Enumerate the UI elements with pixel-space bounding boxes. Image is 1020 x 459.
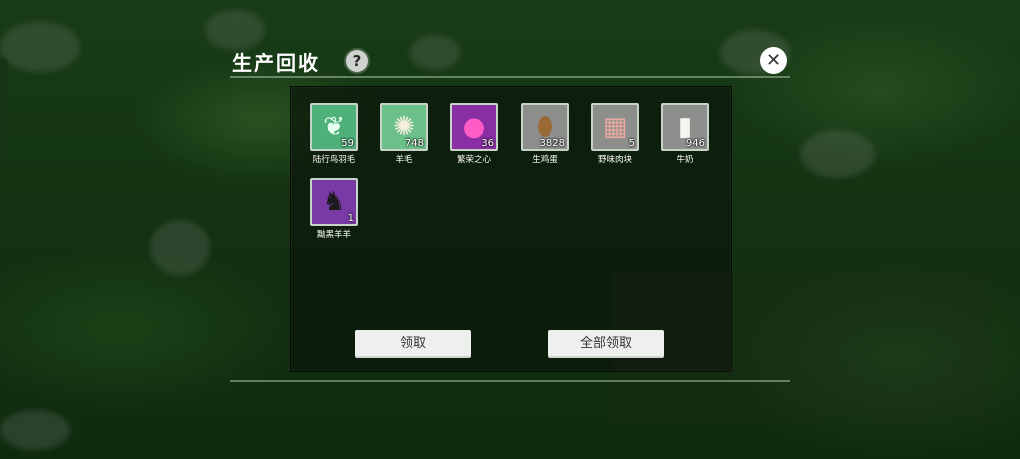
panel-background-art — [611, 272, 991, 422]
item-icon-frame: ✺ 748 — [380, 103, 428, 151]
item-icon-frame: ▦ 5 — [591, 103, 639, 151]
item-slot[interactable]: ● 36 繁荣之心 — [450, 103, 498, 165]
item-name: 生鸡蛋 — [532, 155, 558, 165]
item-name: 陆行鸟羽毛 — [312, 155, 356, 165]
claim-button[interactable]: 领取 — [355, 330, 471, 358]
item-icon-frame: ❦ 59 — [310, 103, 358, 151]
item-count: 1 — [347, 213, 354, 224]
item-icon-frame: ▮ 946 — [661, 103, 709, 151]
item-icon-frame: ● 36 — [450, 103, 498, 151]
item-slot[interactable]: ▦ 5 野味肉块 — [591, 103, 639, 165]
item-name: 繁荣之心 — [456, 155, 491, 165]
item-count: 5 — [628, 138, 635, 149]
close-icon[interactable]: ✕ — [760, 47, 787, 74]
item-name: 羊毛 — [395, 155, 413, 165]
item-slot[interactable]: ▮ 946 牛奶 — [661, 103, 709, 165]
item-slot[interactable]: ⬮ 3828 生鸡蛋 — [521, 103, 569, 165]
item-icon-frame: ⬮ 3828 — [521, 103, 569, 151]
item-name: 黝黑羊羊 — [316, 230, 351, 240]
item-count: 36 — [481, 138, 494, 149]
item-slot[interactable]: ✺ 748 羊毛 — [380, 103, 428, 165]
item-name: 野味肉块 — [597, 155, 632, 165]
item-count: 3828 — [539, 138, 565, 149]
header-divider — [230, 76, 790, 78]
item-count: 946 — [685, 138, 705, 149]
item-count: 748 — [404, 138, 424, 149]
claim-all-button[interactable]: 全部领取 — [548, 330, 664, 358]
footer-divider — [230, 380, 790, 382]
side-drawer-handle[interactable] — [0, 58, 7, 156]
item-name: 牛奶 — [676, 155, 694, 165]
item-slot[interactable]: ♞ 1 黝黑羊羊 — [310, 178, 358, 240]
item-count: 59 — [341, 138, 354, 149]
item-slot[interactable]: ❦ 59 陆行鸟羽毛 — [310, 103, 358, 165]
help-icon[interactable]: ? — [346, 50, 368, 72]
item-icon-frame: ♞ 1 — [310, 178, 358, 226]
page-title: 生产回收 — [232, 51, 320, 75]
